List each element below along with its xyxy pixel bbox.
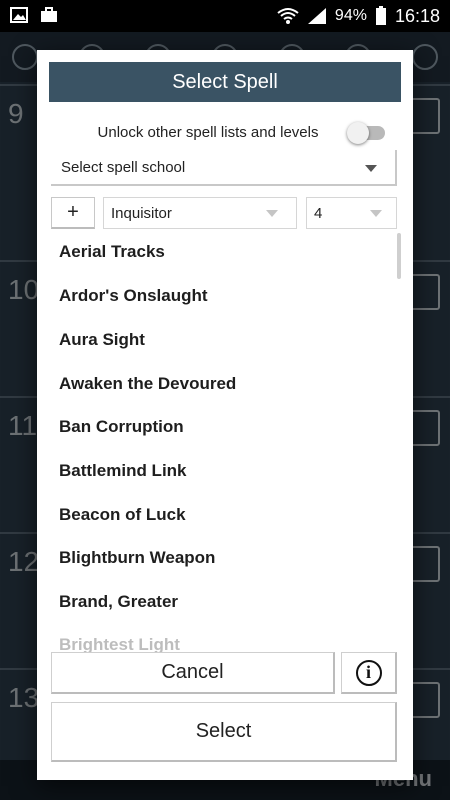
chevron-down-icon: [266, 210, 278, 217]
unlock-row: Unlock other spell lists and levels: [49, 116, 401, 148]
chevron-down-icon: [365, 165, 377, 172]
spell-list-scrollbar[interactable]: [397, 233, 401, 279]
level-select[interactable]: 4: [306, 197, 397, 229]
add-button[interactable]: +: [51, 197, 95, 229]
level-value: 4: [314, 204, 323, 222]
select-spell-dialog: Select Spell Unlock other spell lists an…: [37, 50, 413, 780]
toggle-thumb: [347, 122, 369, 144]
spell-list-item[interactable]: Brightest Light: [59, 635, 180, 653]
class-value: Inquisitor: [111, 204, 172, 222]
gallery-icon: [10, 7, 28, 23]
spell-list-item[interactable]: Aura Sight: [59, 330, 145, 354]
spell-school-placeholder: Select spell school: [61, 158, 186, 176]
wifi-icon: [277, 8, 299, 24]
class-select[interactable]: Inquisitor: [103, 197, 297, 229]
spell-list-item[interactable]: Ban Corruption: [59, 417, 184, 441]
battery-percent: 94%: [334, 7, 367, 24]
clock: 16:18: [394, 5, 440, 26]
unlock-toggle[interactable]: [347, 120, 387, 144]
spell-list-item[interactable]: Blightburn Weapon: [59, 548, 215, 572]
spell-school-select[interactable]: Select spell school: [51, 150, 397, 186]
info-button[interactable]: i: [341, 652, 397, 694]
dialog-title: Select Spell: [49, 62, 401, 102]
spell-list-item[interactable]: Brand, Greater: [59, 592, 178, 616]
signal-icon: [307, 8, 326, 24]
spell-list-item[interactable]: Aerial Tracks: [59, 242, 165, 266]
battery-icon: [375, 6, 386, 25]
spell-list-item[interactable]: Ardor's Onslaught: [59, 286, 208, 310]
cancel-button[interactable]: Cancel: [51, 652, 335, 694]
info-icon: i: [355, 659, 382, 686]
spell-list-item[interactable]: Battlemind Link: [59, 461, 187, 485]
spell-list-item[interactable]: Beacon of Luck: [59, 505, 186, 529]
status-bar: 94% 16:18: [0, 0, 450, 32]
class-level-row: + Inquisitor 4: [51, 197, 397, 229]
select-button[interactable]: Select: [51, 702, 397, 762]
unlock-label: Unlock other spell lists and levels: [97, 123, 319, 141]
spell-list[interactable]: Aerial Tracks Ardor's Onslaught Aura Sig…: [37, 233, 413, 653]
briefcase-icon: [41, 7, 57, 22]
spell-list-item[interactable]: Awaken the Devoured: [59, 374, 236, 398]
chevron-down-icon: [370, 210, 382, 217]
